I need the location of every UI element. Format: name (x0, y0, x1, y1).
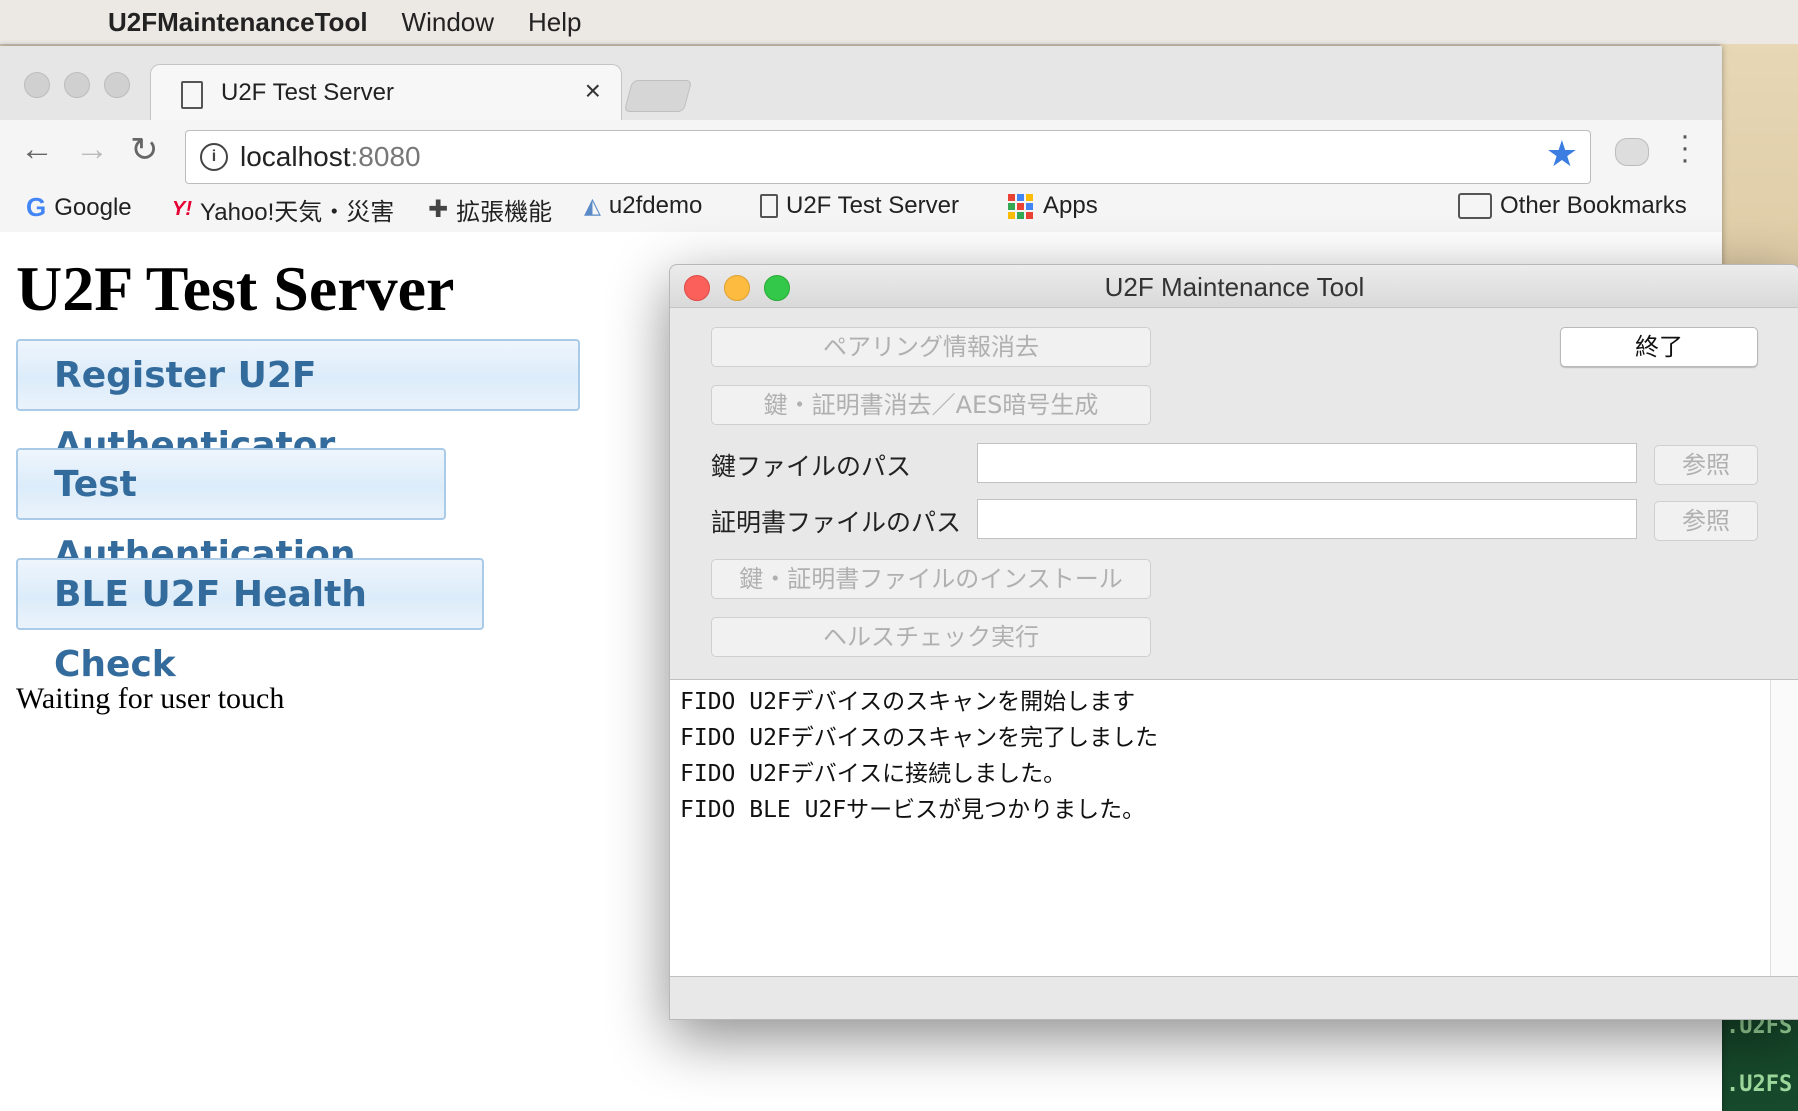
bookmark-other[interactable]: Other Bookmarks (1458, 192, 1687, 220)
page-icon (760, 194, 778, 218)
log-scrollbar[interactable] (1770, 680, 1798, 976)
bookmark-label: Yahoo!天気・災害 (200, 199, 395, 226)
bookmark-label: Apps (1043, 192, 1098, 219)
address-bar[interactable]: i localhost:8080 ★ (185, 130, 1591, 184)
terminal-window-fragment: .U2FS .U2FS (1722, 1010, 1798, 1111)
window-minimize-button[interactable] (64, 72, 90, 98)
menu-app-name[interactable]: U2FMaintenanceTool (108, 7, 368, 38)
log-view[interactable]: FIDO U2Fデバイスのスキャンを開始します FIDO U2Fデバイスのスキャ… (670, 679, 1798, 977)
yahoo-icon: Y! (172, 198, 192, 220)
tool-titlebar: U2F Maintenance Tool (670, 265, 1798, 308)
google-icon: G (26, 192, 47, 222)
browse-key-button[interactable]: 参照 (1654, 445, 1758, 485)
browser-toolbar: ← → ↻ i localhost:8080 ★ · · · G Google Y!… (0, 120, 1722, 233)
install-button[interactable]: 鍵・証明書ファイルのインストール (711, 559, 1151, 599)
log-line: FIDO U2Fデバイスのスキャンを完了しました (680, 725, 1159, 751)
url-text: localhost:8080 (240, 141, 421, 173)
window-zoom-button[interactable] (104, 72, 130, 98)
bookmark-label: u2fdemo (608, 192, 703, 219)
page-title: U2F Test Server (16, 253, 455, 324)
extension-icon[interactable] (1615, 138, 1649, 166)
test-authentication-button[interactable]: Test Authentication (16, 448, 446, 575)
reload-icon[interactable]: ↻ (130, 130, 159, 170)
folder-icon (1458, 193, 1492, 219)
tab-title: U2F Test Server (221, 79, 394, 106)
bookmark-label: Other Bookmarks (1500, 192, 1687, 219)
terminal-line: .U2FS (1726, 1072, 1793, 1097)
back-icon[interactable]: ← (20, 130, 54, 169)
url-host: localhost (240, 141, 351, 172)
cert-path-input[interactable] (977, 499, 1637, 539)
bookmarks-bar: G Google Y! Yahoo!天気・災害 ✚ 拡張機能 ◭ u2fdemo… (0, 184, 1722, 228)
tool-window-title: U2F Maintenance Tool (1104, 272, 1365, 302)
url-port: :8080 (350, 141, 421, 172)
bookmark-extensions[interactable]: ✚ 拡張機能 (428, 192, 552, 227)
window-close-button[interactable] (24, 72, 50, 98)
menu-window[interactable]: Window (402, 7, 494, 38)
cert-path-label: 証明書ファイルのパス (711, 508, 962, 537)
clear-keys-button[interactable]: 鍵・証明書消去／AES暗号生成 (711, 385, 1151, 425)
apps-grid-icon (1008, 193, 1033, 219)
puzzle-icon: ✚ (428, 196, 449, 223)
browse-cert-button[interactable]: 参照 (1654, 501, 1758, 541)
health-check-button[interactable]: BLE U2F Health Check (16, 558, 484, 685)
browser-tab[interactable]: U2F Test Server × (150, 64, 622, 122)
bookmark-yahoo[interactable]: Y! Yahoo!天気・災害 (172, 192, 394, 227)
register-button[interactable]: Register U2F Authenticator (16, 339, 580, 466)
more-menu-icon[interactable]: · · · (1680, 121, 1690, 175)
log-line: FIDO U2Fデバイスのスキャンを開始します (680, 689, 1136, 715)
log-line: FIDO BLE U2Fサービスが見つかりました。 (680, 797, 1146, 823)
key-path-label: 鍵ファイルのパス (711, 452, 912, 481)
info-icon[interactable]: i (200, 143, 228, 171)
bookmark-u2f-test-server[interactable]: U2F Test Server (760, 192, 959, 220)
run-health-check-button[interactable]: ヘルスチェック実行 (711, 617, 1151, 657)
bookmark-label: U2F Test Server (786, 192, 959, 219)
u2fdemo-icon: ◭ (584, 193, 601, 218)
bookmark-apps[interactable]: Apps (1008, 192, 1098, 220)
tab-close-icon[interactable]: × (585, 75, 601, 107)
forward-icon[interactable]: → (75, 130, 109, 169)
maintenance-tool-window: U2F Maintenance Tool ペアリング情報消去 終了 鍵・証明書消… (669, 264, 1798, 1020)
page-icon (181, 81, 203, 109)
key-path-input[interactable] (977, 443, 1637, 483)
menu-bar: U2FMaintenanceTool Window Help (0, 0, 1798, 45)
bookmark-label: 拡張機能 (456, 199, 553, 226)
new-tab-button[interactable] (623, 80, 693, 112)
log-line: FIDO U2Fデバイスに接続しました。 (680, 761, 1067, 787)
bookmark-u2fdemo[interactable]: ◭ u2fdemo (584, 192, 702, 220)
menu-help[interactable]: Help (528, 7, 581, 38)
tab-strip: U2F Test Server × (0, 46, 1722, 122)
bookmark-label: Google (54, 193, 132, 221)
bookmark-star-icon[interactable]: ★ (1546, 133, 1578, 175)
status-text: Waiting for user touch (16, 682, 285, 715)
quit-button[interactable]: 終了 (1560, 327, 1758, 367)
clear-pairing-button[interactable]: ペアリング情報消去 (711, 327, 1151, 367)
bookmark-google[interactable]: G Google (26, 192, 132, 223)
